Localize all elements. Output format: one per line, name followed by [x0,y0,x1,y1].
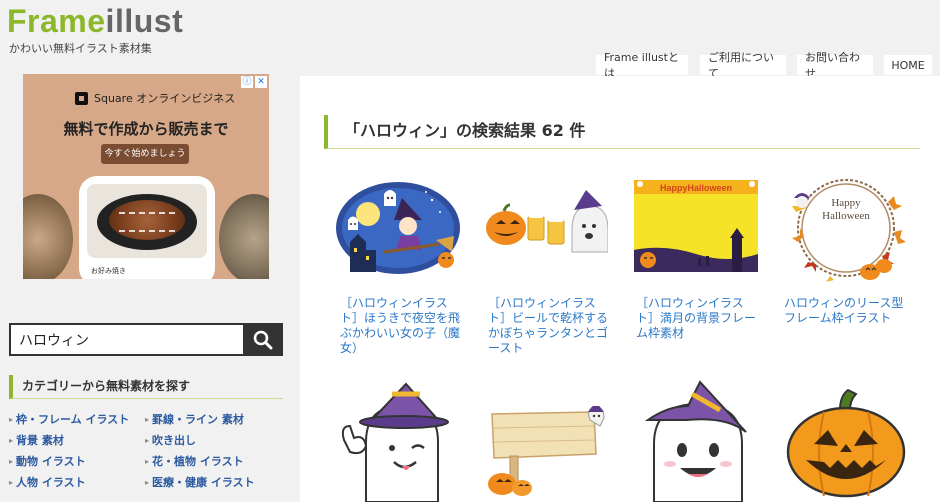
ad-cta-button[interactable]: 今すぐ始めましょう [101,144,189,164]
ad-food-image-left [23,194,73,279]
ad-choices[interactable]: ⓘ ✕ [241,76,267,88]
category-background[interactable]: 背景 素材 [9,432,64,448]
wooden-sign-thumbnail[interactable] [484,402,608,502]
site-logo[interactable]: Frameillust [7,2,183,40]
ad-brand: Square オンラインビジネス [75,90,235,106]
full-moon-frame-thumbnail[interactable]: HappyHalloween [634,180,758,276]
search-icon [253,330,273,349]
logo-part-illust: illust [105,3,184,39]
search-form [9,323,283,356]
category-frame[interactable]: 枠・フレーム イラスト [9,411,129,427]
okonomiyaki-image [87,184,207,258]
category-medical[interactable]: 医療・健康 イラスト [145,474,255,490]
ad-card-label: お好み焼き [91,267,126,275]
category-speech-bubble[interactable]: 吹き出し [145,432,196,448]
nav-usage[interactable]: ご利用について [700,51,786,80]
ghost-with-hat-thumbnail[interactable] [634,380,758,502]
category-flower[interactable]: 花・植物 イラスト [145,453,244,469]
wreath-text-halloween: Halloween [822,210,870,222]
ad-headline: 無料で作成から販売まで [63,120,229,138]
logo-part-frame: Frame [7,3,106,39]
halloween-wreath-thumbnail[interactable]: Happy Halloween [784,172,908,282]
category-people[interactable]: 人物 イラスト [9,474,86,490]
search-button[interactable] [243,323,283,356]
advertisement[interactable]: ⓘ ✕ Square オンラインビジネス 無料で作成から販売まで 今すぐ始めまし… [23,74,269,279]
nav-about[interactable]: Frame illustとは [596,51,688,80]
site-tagline: かわいい無料イラスト素材集 [9,42,152,55]
category-animal[interactable]: 動物 イラスト [9,453,86,469]
search-input[interactable] [9,323,243,356]
winking-ghost-thumbnail[interactable] [336,382,460,502]
happyhalloween-banner-text: HappyHalloween [660,183,732,193]
close-icon[interactable]: ✕ [255,76,267,88]
jack-o-lantern-thumbnail[interactable] [784,388,908,502]
category-line[interactable]: 罫線・ライン 素材 [145,411,244,427]
ad-product-card[interactable]: お好み焼き [79,176,215,279]
ad-brand-name: Square オンラインビジネス [94,92,236,105]
nav-contact[interactable]: お問い合わせ [797,51,873,80]
result-title-1[interactable]: ［ハロウィンイラスト］ほうきで夜空を飛ぶかわいい女の子（魔女） [340,296,464,356]
pumpkin-toast-thumbnail[interactable] [484,180,609,276]
search-result-heading: 「ハロウィン」の検索結果 62 件 [324,115,920,149]
witch-on-broom-thumbnail[interactable] [336,180,460,276]
nav-home[interactable]: HOME [884,55,932,75]
category-heading: カテゴリーから無料素材を探す [9,375,283,399]
main-content: 「ハロウィン」の検索結果 62 件 HappyHalloween Happy H… [300,76,940,502]
result-title-4[interactable]: ハロウィンのリース型フレーム枠イラスト [784,296,908,326]
square-logo-icon [75,91,88,105]
result-title-2[interactable]: ［ハロウィンイラスト］ビールで乾杯するかぼちゃランタンとゴースト [488,296,612,356]
info-icon[interactable]: ⓘ [241,76,253,88]
result-title-3[interactable]: ［ハロウィンイラスト］満月の背景フレーム枠素材 [636,296,760,341]
ad-food-image-right [219,194,269,279]
wreath-text-happy: Happy [831,197,861,209]
